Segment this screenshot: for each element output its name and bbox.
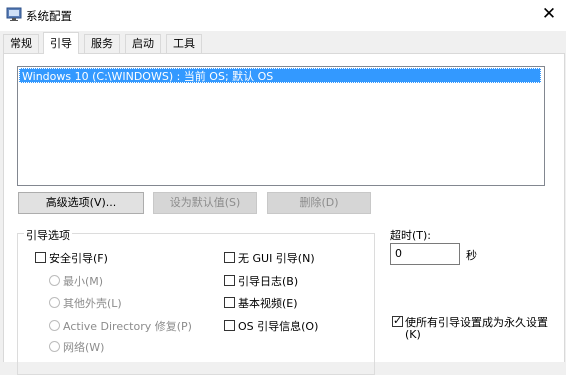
alternate-shell-label[interactable]: 其他外壳(L)	[63, 295, 122, 311]
os-boot-info-label[interactable]: OS 引导信息(O)	[238, 318, 318, 334]
alternate-shell-radio[interactable]	[49, 297, 60, 308]
boot-entries-list[interactable]: Windows 10 (C:\WINDOWS) : 当前 OS; 默认 OS	[17, 66, 545, 186]
set-default-button[interactable]: 设为默认值(S)	[153, 192, 257, 214]
base-video-label[interactable]: 基本视频(E)	[238, 295, 298, 311]
make-permanent-hotkey[interactable]: (K)	[405, 328, 421, 341]
ad-repair-label[interactable]: Active Directory 修复(P)	[63, 318, 192, 334]
timeout-input[interactable]: 0	[390, 243, 460, 265]
tab-tools[interactable]: 工具	[166, 34, 202, 53]
delete-button[interactable]: 删除(D)	[267, 192, 371, 214]
safe-boot-label[interactable]: 安全引导(F)	[49, 250, 108, 266]
network-radio[interactable]	[49, 341, 60, 352]
make-permanent-label[interactable]: 使所有引导设置成为永久设置	[405, 314, 548, 330]
timeout-unit-label: 秒	[466, 249, 477, 262]
make-permanent-checkbox[interactable]	[392, 314, 403, 327]
system-config-icon	[6, 7, 22, 21]
os-boot-info-checkbox[interactable]	[224, 320, 235, 331]
minimal-label[interactable]: 最小(M)	[63, 273, 103, 289]
window-title: 系统配置	[26, 9, 72, 23]
tab-general[interactable]: 常规	[3, 34, 39, 53]
safe-boot-checkbox[interactable]	[35, 252, 46, 263]
tab-strip: 常规 引导 服务 启动 工具	[0, 32, 566, 54]
no-gui-boot-checkbox[interactable]	[224, 252, 235, 263]
no-gui-boot-label[interactable]: 无 GUI 引导(N)	[238, 250, 315, 266]
title-bar: 系统配置 ✕	[0, 0, 566, 31]
boot-entry-item[interactable]: Windows 10 (C:\WINDOWS) : 当前 OS; 默认 OS	[19, 68, 541, 83]
base-video-checkbox[interactable]	[224, 297, 235, 308]
tab-startup[interactable]: 启动	[125, 34, 161, 53]
minimal-radio[interactable]	[49, 275, 60, 286]
ad-repair-radio[interactable]	[49, 320, 60, 331]
network-label[interactable]: 网络(W)	[63, 339, 104, 355]
tab-boot[interactable]: 引导	[43, 32, 79, 54]
boot-log-label[interactable]: 引导日志(B)	[238, 273, 298, 289]
advanced-options-button[interactable]: 高级选项(V)...	[18, 192, 144, 214]
boot-options-title: 引导选项	[24, 227, 72, 243]
close-icon[interactable]: ✕	[532, 0, 566, 31]
tab-services[interactable]: 服务	[84, 34, 120, 53]
boot-log-checkbox[interactable]	[224, 275, 235, 286]
timeout-label: 超时(T):	[390, 229, 432, 242]
